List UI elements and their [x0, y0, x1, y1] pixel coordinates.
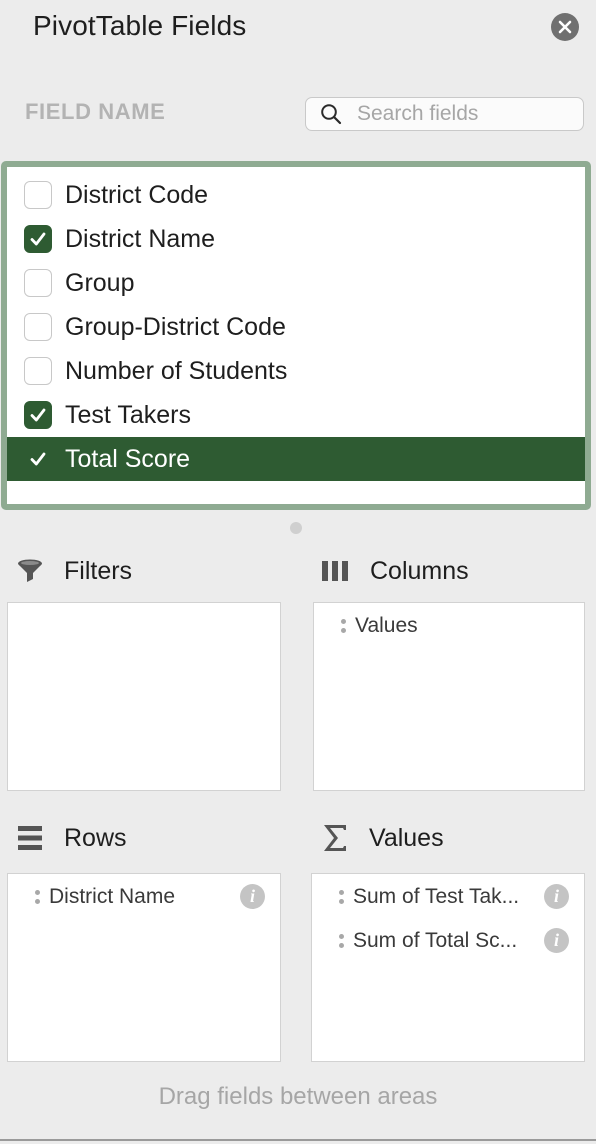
- columns-item-values[interactable]: Values: [314, 606, 584, 646]
- info-icon[interactable]: i: [544, 884, 569, 909]
- funnel-icon: [15, 556, 45, 586]
- values-label: Values: [369, 823, 444, 852]
- field-label: Number of Students: [65, 356, 288, 385]
- columns-label: Columns: [370, 556, 469, 585]
- rows-item-label: District Name: [49, 885, 176, 908]
- panel-title: PivotTable Fields: [33, 10, 247, 41]
- rows-drop-area[interactable]: District Name i: [7, 873, 281, 1062]
- field-label: Total Score: [65, 444, 191, 473]
- info-icon[interactable]: i: [544, 928, 569, 953]
- columns-area-header: Columns: [320, 556, 469, 586]
- field-checkbox-checked[interactable]: [24, 225, 52, 253]
- drag-hint: Drag fields between areas: [158, 1083, 438, 1110]
- drag-handle-icon: [340, 619, 346, 633]
- values-area-header: Values: [320, 823, 444, 853]
- info-icon[interactable]: i: [240, 884, 265, 909]
- rows-label: Rows: [64, 823, 127, 852]
- values-item-label: Sum of Total Sc...: [353, 929, 518, 952]
- field-checkbox-checked[interactable]: [24, 445, 52, 473]
- filters-label: Filters: [64, 556, 133, 585]
- checkmark-icon: [30, 452, 46, 466]
- field-label: District Code: [65, 180, 209, 209]
- columns-icon: [320, 556, 350, 586]
- close-icon: [558, 20, 572, 34]
- rows-icon: [15, 823, 45, 853]
- field-row[interactable]: District Name: [7, 217, 585, 261]
- splitter-handle[interactable]: [290, 522, 302, 534]
- search-input[interactable]: [357, 102, 577, 126]
- bottom-divider: [0, 1139, 596, 1141]
- field-checkbox[interactable]: [24, 313, 52, 341]
- filters-area-header: Filters: [15, 556, 132, 586]
- values-drop-area[interactable]: Sum of Test Tak... i Sum of Total Sc... …: [311, 873, 585, 1062]
- columns-item-label: Values: [355, 614, 418, 637]
- filters-drop-area[interactable]: [7, 602, 281, 791]
- field-checkbox[interactable]: [24, 269, 52, 297]
- rows-area-header: Rows: [15, 823, 127, 853]
- values-item-label: Sum of Test Tak...: [353, 885, 520, 908]
- drag-handle-icon: [338, 934, 344, 948]
- field-row[interactable]: Total Score: [7, 437, 585, 481]
- sigma-icon: [320, 823, 350, 853]
- field-label: Group: [65, 268, 135, 297]
- field-checkbox[interactable]: [24, 181, 52, 209]
- drag-handle-icon: [34, 890, 40, 904]
- search-icon: [320, 103, 342, 125]
- field-label: District Name: [65, 224, 216, 253]
- rows-item-district-name[interactable]: District Name i: [8, 877, 280, 917]
- field-label: Group-District Code: [65, 312, 286, 341]
- checkmark-icon: [30, 232, 46, 246]
- drag-handle-icon: [338, 890, 344, 904]
- checkmark-icon: [30, 408, 46, 422]
- field-list: District Code District Name Group Group-Dis…: [1, 161, 591, 510]
- field-row[interactable]: Group: [7, 261, 585, 305]
- field-label: Test Takers: [65, 400, 191, 429]
- field-checkbox-checked[interactable]: [24, 401, 52, 429]
- field-row[interactable]: Group-District Code: [7, 305, 585, 349]
- field-row[interactable]: District Code: [7, 173, 585, 217]
- close-button[interactable]: [551, 13, 579, 41]
- values-item-sum-test-takers[interactable]: Sum of Test Tak... i: [312, 877, 584, 917]
- search-box[interactable]: [305, 97, 584, 131]
- field-checkbox[interactable]: [24, 357, 52, 385]
- field-name-header: FIELD NAME: [25, 99, 166, 124]
- columns-drop-area[interactable]: Values: [313, 602, 585, 791]
- field-row[interactable]: Test Takers: [7, 393, 585, 437]
- values-item-sum-total-score[interactable]: Sum of Total Sc... i: [312, 921, 584, 961]
- field-row[interactable]: Number of Students: [7, 349, 585, 393]
